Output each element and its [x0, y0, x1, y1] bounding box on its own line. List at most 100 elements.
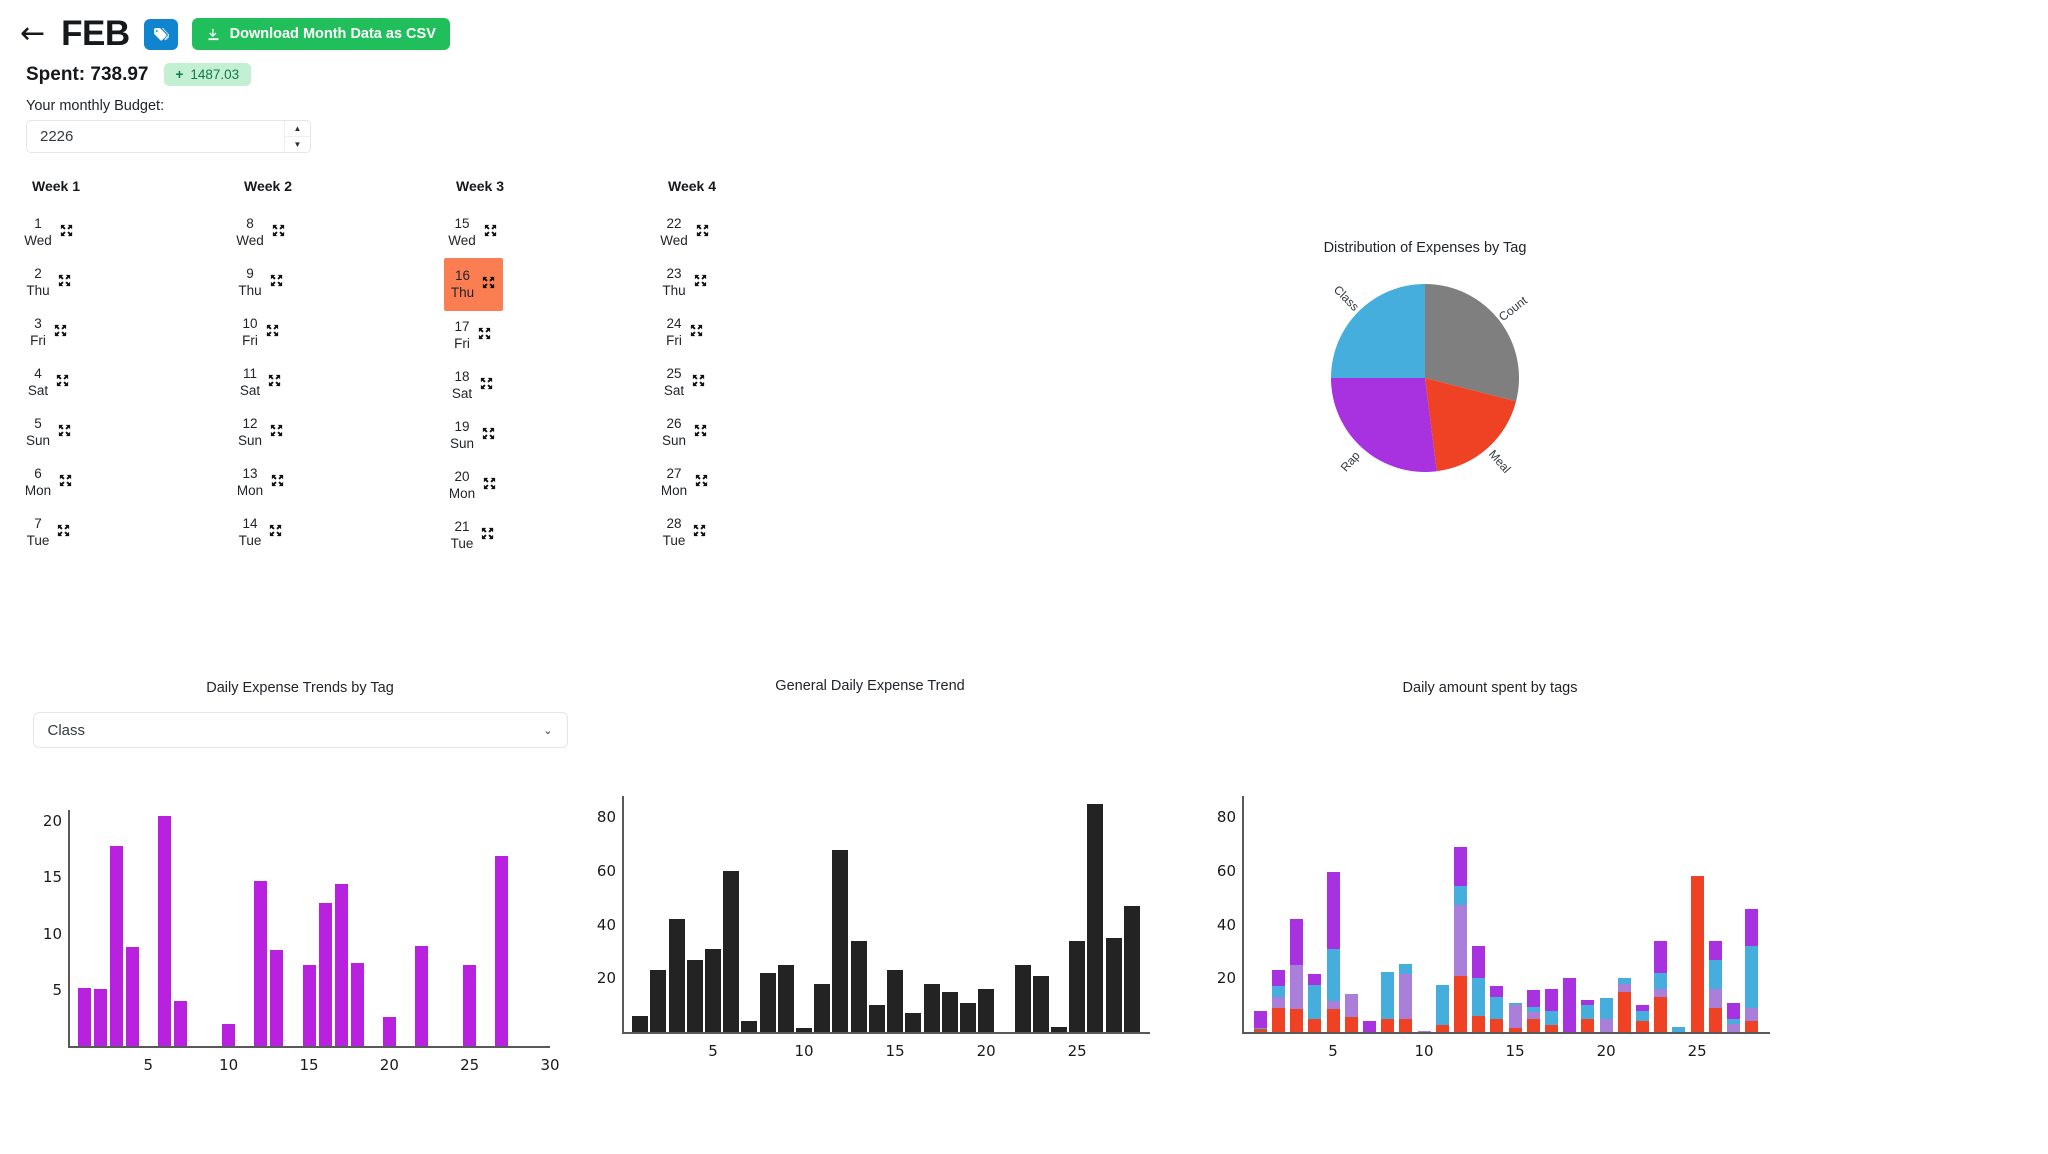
expand-day-icon[interactable] — [59, 223, 74, 243]
expand-day-icon[interactable] — [265, 323, 280, 343]
stepper-down-icon[interactable]: ▼ — [285, 137, 310, 152]
bar[interactable] — [1087, 804, 1104, 1032]
bar[interactable] — [868, 1005, 885, 1032]
day-cell-6[interactable]: 6 Mon — [20, 458, 78, 508]
bar[interactable] — [350, 962, 364, 1046]
day-cell-12[interactable]: 12 Sun — [232, 408, 290, 458]
bar[interactable] — [668, 919, 685, 1032]
day-cell-2[interactable]: 2 Thu — [20, 258, 78, 308]
tag-select[interactable]: Class ⌄ — [32, 712, 568, 748]
bar[interactable] — [650, 970, 667, 1032]
day-cell-3[interactable]: 3 Fri — [20, 308, 78, 358]
bar[interactable] — [723, 871, 740, 1032]
expand-day-icon[interactable] — [691, 373, 706, 393]
stacked-bar[interactable] — [1271, 970, 1285, 1032]
expand-day-icon[interactable] — [479, 376, 494, 396]
stacked-bar[interactable] — [1545, 989, 1559, 1032]
day-cell-10[interactable]: 10 Fri — [232, 308, 290, 358]
expand-day-icon[interactable] — [689, 323, 704, 343]
day-cell-24[interactable]: 24 Fri — [656, 308, 714, 358]
day-cell-5[interactable]: 5 Sun — [20, 408, 78, 458]
stacked-bar[interactable] — [1362, 1021, 1376, 1032]
stacked-bar[interactable] — [1344, 994, 1358, 1032]
expand-day-icon[interactable] — [267, 373, 282, 393]
expand-day-icon[interactable] — [271, 223, 286, 243]
expand-day-icon[interactable] — [693, 423, 708, 443]
expand-day-icon[interactable] — [482, 476, 497, 496]
bar[interactable] — [222, 1023, 236, 1046]
stacked-bar[interactable] — [1727, 1002, 1741, 1032]
stacked-bar[interactable] — [1435, 985, 1449, 1032]
expand-day-icon[interactable] — [269, 423, 284, 443]
stacked-bar[interactable] — [1636, 1005, 1650, 1032]
bar[interactable] — [832, 849, 849, 1032]
bar[interactable] — [382, 1016, 396, 1046]
day-cell-14[interactable]: 14 Tue — [232, 508, 290, 558]
day-cell-15[interactable]: 15 Wed — [444, 208, 502, 258]
bar[interactable] — [334, 884, 348, 1046]
stacked-bar[interactable] — [1526, 990, 1540, 1032]
day-cell-11[interactable]: 11 Sat — [232, 358, 290, 408]
stacked-bar[interactable] — [1417, 1030, 1431, 1032]
expand-day-icon[interactable] — [695, 223, 710, 243]
bar[interactable] — [495, 856, 509, 1046]
day-cell-21[interactable]: 21 Tue — [444, 511, 502, 561]
day-cell-25[interactable]: 25 Sat — [656, 358, 714, 408]
day-cell-4[interactable]: 4 Sat — [20, 358, 78, 408]
expand-day-icon[interactable] — [483, 223, 498, 243]
bar[interactable] — [632, 1015, 649, 1032]
bar[interactable] — [686, 959, 703, 1032]
stacked-bar[interactable] — [1672, 1026, 1686, 1032]
expand-day-icon[interactable] — [270, 473, 285, 493]
bar[interactable] — [741, 1021, 758, 1032]
expand-day-icon[interactable] — [58, 473, 73, 493]
stacked-bar[interactable] — [1581, 999, 1595, 1032]
day-cell-20[interactable]: 20 Mon — [444, 461, 502, 511]
stacked-bar[interactable] — [1453, 846, 1467, 1032]
expand-day-icon[interactable] — [57, 423, 72, 443]
day-cell-18[interactable]: 18 Sat — [444, 361, 502, 411]
expand-day-icon[interactable] — [268, 523, 283, 543]
stacked-bar[interactable] — [1290, 919, 1304, 1032]
expand-day-icon[interactable] — [56, 523, 71, 543]
expand-day-icon[interactable] — [269, 273, 284, 293]
bar[interactable] — [318, 903, 332, 1046]
stacked-bar[interactable] — [1708, 940, 1722, 1032]
stacked-bar[interactable] — [1381, 971, 1395, 1032]
bar[interactable] — [109, 845, 123, 1046]
day-cell-26[interactable]: 26 Sun — [656, 408, 714, 458]
back-arrow-icon[interactable]: ← — [20, 19, 45, 49]
bar[interactable] — [1014, 964, 1031, 1032]
day-cell-22[interactable]: 22 Wed — [656, 208, 714, 258]
bar[interactable] — [1069, 940, 1086, 1032]
bar[interactable] — [705, 948, 722, 1032]
bar[interactable] — [923, 983, 940, 1032]
stacked-bar[interactable] — [1599, 998, 1613, 1032]
budget-input[interactable] — [27, 121, 272, 152]
bar[interactable] — [978, 989, 995, 1032]
bar[interactable] — [157, 815, 171, 1046]
day-cell-16[interactable]: 16 Thu — [444, 258, 503, 311]
day-cell-8[interactable]: 8 Wed — [232, 208, 290, 258]
bar[interactable] — [463, 965, 477, 1046]
day-cell-28[interactable]: 28 Tue — [656, 508, 714, 558]
stacked-bar[interactable] — [1690, 876, 1704, 1032]
bar[interactable] — [777, 964, 794, 1032]
bar[interactable] — [173, 1001, 187, 1046]
stepper-up-icon[interactable]: ▲ — [285, 121, 310, 137]
bar[interactable] — [270, 950, 284, 1046]
stacked-bar[interactable] — [1308, 974, 1322, 1032]
bar[interactable] — [814, 983, 831, 1032]
expand-day-icon[interactable] — [481, 426, 496, 446]
bar[interactable] — [1123, 905, 1140, 1032]
expand-day-icon[interactable] — [477, 326, 492, 346]
bar[interactable] — [1032, 975, 1049, 1032]
bar[interactable] — [796, 1027, 813, 1032]
stacked-bar[interactable] — [1508, 1002, 1522, 1032]
stacked-bar[interactable] — [1563, 978, 1577, 1032]
day-cell-9[interactable]: 9 Thu — [232, 258, 290, 308]
bar[interactable] — [77, 987, 91, 1046]
tag-button[interactable] — [143, 18, 178, 50]
bar[interactable] — [959, 1002, 976, 1032]
stacked-bar[interactable] — [1399, 963, 1413, 1032]
